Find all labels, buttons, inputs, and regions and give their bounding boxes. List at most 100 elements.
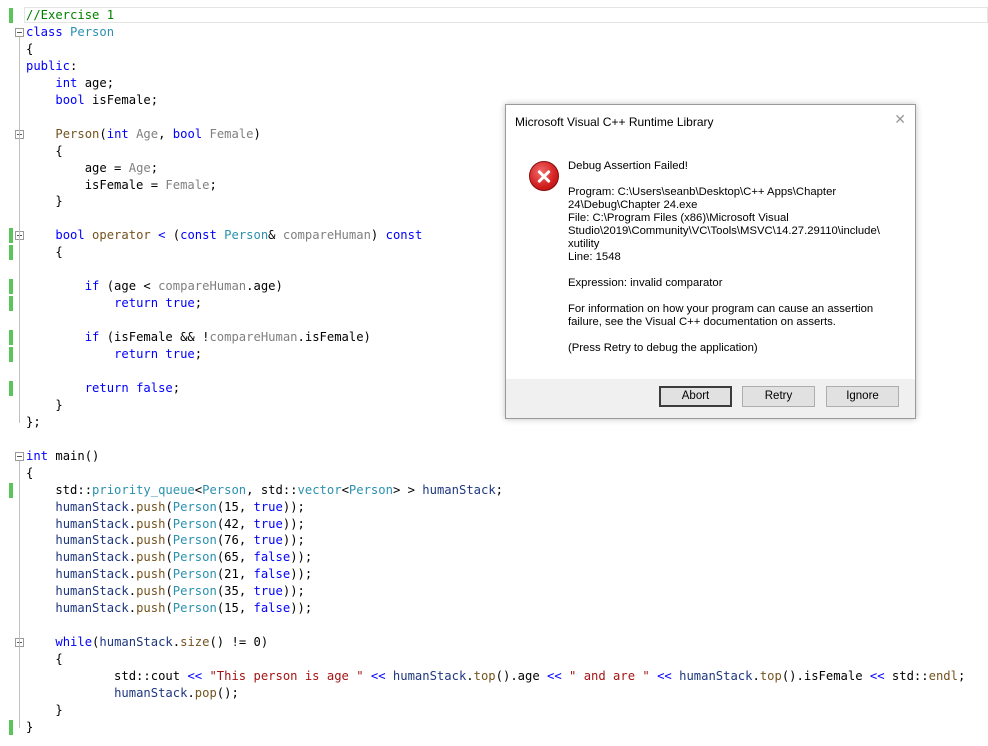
code-token: class bbox=[26, 24, 71, 39]
code-token: true bbox=[253, 533, 283, 548]
code-token: bool bbox=[172, 126, 210, 141]
file-path-line-2: Studio\2019\Community\VC\Tools\MSVC\14.2… bbox=[568, 225, 880, 237]
code-token: push bbox=[136, 516, 166, 531]
code-token: public bbox=[26, 58, 71, 73]
outline-guide bbox=[19, 240, 20, 406]
retry-hint: (Press Retry to debug the application) bbox=[568, 342, 758, 354]
code-token: const bbox=[180, 228, 225, 243]
code-token: )); bbox=[290, 550, 313, 565]
abort-button[interactable]: Abort bbox=[659, 386, 732, 407]
code-line: std::priority_queue<Person, std::vector<… bbox=[26, 482, 503, 499]
code-token: { bbox=[26, 465, 34, 480]
code-token: push bbox=[136, 550, 166, 565]
ignore-button[interactable]: Ignore bbox=[826, 386, 899, 407]
error-x-icon bbox=[529, 161, 559, 191]
code-token: main() bbox=[55, 448, 100, 463]
code-token: humanStack bbox=[55, 567, 129, 582]
code-token: . bbox=[128, 584, 137, 599]
code-token: humanStack bbox=[99, 635, 173, 650]
code-token: { bbox=[26, 41, 34, 56]
code-token: .isFemale) bbox=[297, 330, 371, 345]
code-token: , std:: bbox=[246, 482, 298, 497]
code-line: std::cout << "This person is age " << hu… bbox=[26, 668, 965, 685]
dialog-title: Microsoft Visual C++ Runtime Library bbox=[515, 115, 714, 129]
code-token: Person bbox=[172, 601, 217, 616]
code-token: humanStack bbox=[55, 499, 129, 514]
code-line: humanStack.push(Person(76, true)); bbox=[26, 532, 305, 549]
code-line: } bbox=[26, 702, 62, 719]
code-token: push bbox=[136, 499, 166, 514]
code-token: Person bbox=[348, 482, 393, 497]
code-token: humanStack bbox=[55, 516, 129, 531]
code-token: (15, bbox=[216, 499, 254, 514]
code-token: Person bbox=[172, 584, 217, 599]
code-token: . bbox=[752, 669, 760, 684]
code-line: { bbox=[26, 41, 33, 58]
change-marker bbox=[9, 330, 13, 346]
code-token: ( bbox=[165, 533, 173, 548]
code-token: humanStack bbox=[55, 584, 129, 599]
code-token: () != 0) bbox=[209, 635, 269, 650]
code-token: size bbox=[180, 635, 210, 650]
expression-text: Expression: invalid comparator bbox=[568, 277, 723, 289]
code-line: humanStack.push(Person(42, true)); bbox=[26, 516, 305, 533]
code-line: Person(int Age, bool Female) bbox=[26, 126, 261, 143]
code-token: } bbox=[26, 397, 63, 412]
change-marker bbox=[9, 279, 13, 295]
code-token: )); bbox=[290, 567, 313, 582]
code-token: . bbox=[187, 686, 195, 700]
code-line: { bbox=[26, 143, 62, 160]
code-line: while(humanStack.size() != 0) bbox=[26, 634, 268, 651]
code-token: ( bbox=[165, 584, 173, 599]
code-token: priority_queue bbox=[92, 482, 195, 497]
change-marker bbox=[9, 296, 13, 312]
code-token: true bbox=[253, 499, 283, 514]
code-line: bool isFemale; bbox=[26, 92, 158, 109]
fold-toggle-icon[interactable] bbox=[15, 27, 24, 37]
program-path-line-1: Program: C:\Users\seanb\Desktop\C++ Apps… bbox=[568, 186, 837, 198]
code-token: (15, bbox=[216, 601, 254, 616]
code-token: int bbox=[26, 448, 56, 463]
retry-button[interactable]: Retry bbox=[742, 386, 815, 407]
change-marker bbox=[9, 347, 13, 362]
code-token: ( bbox=[165, 499, 173, 514]
code-token: )); bbox=[282, 533, 305, 548]
code-line: class Person bbox=[26, 24, 114, 41]
code-token: isFemale = bbox=[26, 177, 166, 192]
code-line: }; bbox=[26, 414, 41, 431]
code-token: Person bbox=[172, 516, 217, 531]
code-token: (age < bbox=[106, 279, 159, 294]
outline-guide bbox=[19, 647, 20, 711]
code-token: Female bbox=[165, 177, 210, 192]
code-token: humanStack bbox=[55, 533, 129, 548]
code-line: humanStack.push(Person(15, true)); bbox=[26, 499, 305, 516]
code-token: int bbox=[55, 75, 85, 90]
code-token: . bbox=[128, 601, 137, 616]
code-token: std:: bbox=[26, 482, 93, 497]
code-token: Person bbox=[202, 482, 247, 497]
code-token: return true bbox=[114, 296, 195, 311]
code-token: compareHuman bbox=[158, 279, 247, 294]
code-token: std:: bbox=[891, 669, 929, 684]
code-token: Person bbox=[172, 550, 217, 565]
fold-toggle-icon[interactable] bbox=[15, 451, 24, 461]
code-token: ; bbox=[172, 380, 181, 395]
code-token: ( bbox=[165, 550, 173, 565]
code-token: false bbox=[253, 550, 291, 565]
dialog-heading: Debug Assertion Failed! bbox=[568, 160, 688, 172]
line-number: Line: 1548 bbox=[568, 251, 621, 263]
code-token: operator bbox=[92, 228, 151, 243]
code-token: < bbox=[150, 228, 173, 243]
file-path-line-3: xutility bbox=[568, 238, 600, 250]
program-path-line-2: 24\Debug\Chapter 24.exe bbox=[568, 199, 698, 211]
close-icon[interactable]: ✕ bbox=[894, 112, 906, 128]
code-token: . bbox=[128, 533, 137, 548]
code-token: ) bbox=[370, 228, 386, 243]
code-token: return true bbox=[114, 347, 195, 361]
